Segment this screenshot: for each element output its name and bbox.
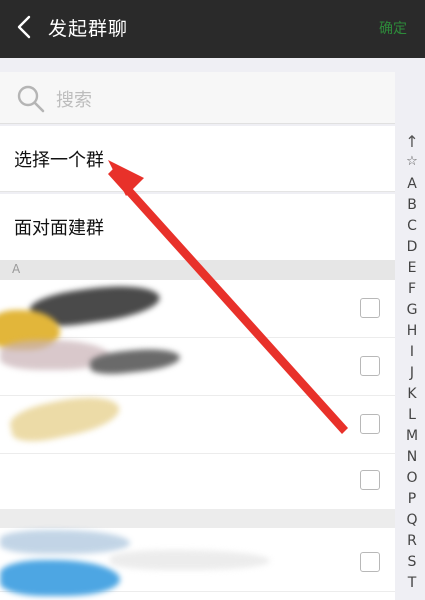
index-letter[interactable]: D [400,239,424,255]
index-letter[interactable]: T [400,575,424,591]
contact-checkbox[interactable] [360,470,380,490]
back-arrow-icon[interactable] [10,12,40,42]
index-letter[interactable]: Q [400,512,424,528]
index-letter[interactable]: J [400,365,424,381]
index-letter[interactable]: B [400,197,424,213]
top-bar: 发起群聊 确定 [0,0,425,58]
chevron-left-icon [17,15,31,39]
choose-group-label: 选择一个群 [14,150,104,171]
alphabet-index[interactable]: ↑ ☆ A B C D E F G H I J K L M N O P Q R … [400,130,424,600]
contact-checkbox[interactable] [360,356,380,376]
contact-checkbox[interactable] [360,552,380,572]
index-letter[interactable]: H [400,323,424,339]
privacy-smudge [0,530,130,554]
index-letter[interactable]: M [400,428,424,444]
index-star[interactable]: ☆ [400,154,424,169]
index-up-arrow[interactable]: ↑ [400,132,424,151]
privacy-smudge [0,560,120,596]
confirm-button[interactable]: 确定 [379,18,407,38]
contact-row[interactable] [0,452,395,510]
index-letter[interactable]: L [400,407,424,423]
index-letter[interactable]: C [400,218,424,234]
contact-checkbox[interactable] [360,298,380,318]
page-title: 发起群聊 [48,18,129,40]
index-letter[interactable]: O [400,470,424,486]
privacy-smudge [110,550,270,570]
index-letter[interactable]: K [400,386,424,402]
index-letter[interactable]: G [400,302,424,318]
section-letter: A [12,262,21,276]
choose-group-option[interactable]: 选择一个群 [0,126,395,192]
contact-list [0,280,395,600]
search-icon [17,85,45,113]
index-letter[interactable]: N [400,449,424,465]
index-letter[interactable]: F [400,281,424,297]
index-letter[interactable]: S [400,554,424,570]
face-to-face-group-option[interactable]: 面对面建群 [0,194,395,260]
index-letter[interactable]: A [400,176,424,192]
face-to-face-label: 面对面建群 [14,218,104,239]
index-letter[interactable]: P [400,491,424,507]
search-bar[interactable]: 搜索 [0,72,395,124]
search-input[interactable]: 搜索 [56,86,92,112]
index-letter[interactable]: I [400,344,424,360]
index-letter[interactable]: R [400,533,424,549]
section-gap [0,510,395,528]
section-header: A [0,260,395,280]
index-letter[interactable]: E [400,260,424,276]
contact-checkbox[interactable] [360,414,380,434]
